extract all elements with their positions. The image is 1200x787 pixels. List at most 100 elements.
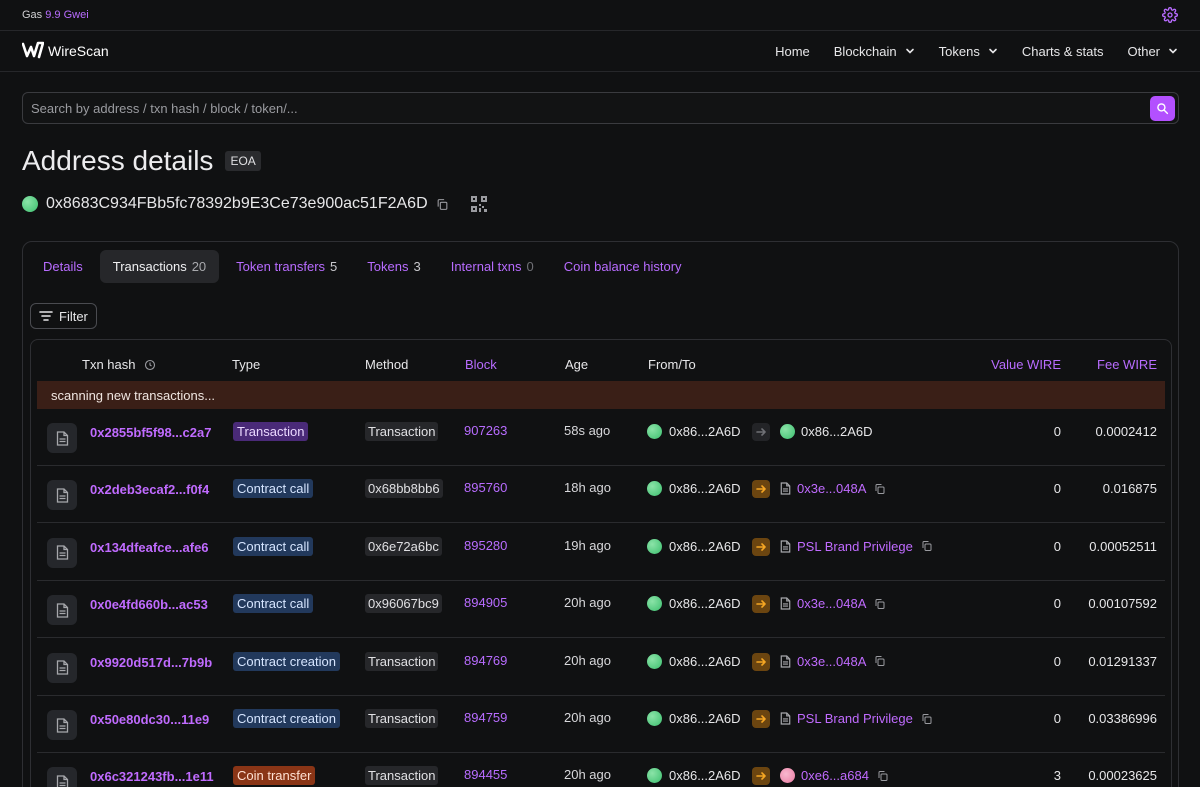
- page-title: Address details: [22, 145, 214, 176]
- copy-icon[interactable]: [921, 713, 933, 725]
- tab-details[interactable]: Details: [30, 250, 96, 283]
- to-address[interactable]: 0xe6...a684: [780, 768, 889, 784]
- search-button[interactable]: [1150, 95, 1175, 121]
- address-avatar: [647, 538, 662, 554]
- method-badge: 0x6e72a6bc: [365, 536, 442, 556]
- tab-internal-txns[interactable]: Internal txns 0: [438, 250, 547, 283]
- document-icon: [47, 652, 77, 683]
- method-badge: Transaction: [365, 651, 439, 671]
- method-badge: 0x96067bc9: [365, 594, 442, 614]
- table-row: 0x50e80dc30...11e9 Contract creation Trans…: [37, 696, 1165, 753]
- nav-item-charts-stats[interactable]: Charts & stats: [1022, 44, 1104, 59]
- from-address[interactable]: 0x86...2A6D: [647, 768, 741, 784]
- outgoing-arrow-icon: [752, 480, 770, 499]
- filter-label: Filter: [59, 308, 88, 324]
- txn-value: 0: [1053, 424, 1061, 439]
- settings-gear-icon[interactable]: [1162, 7, 1178, 23]
- brand-logo[interactable]: WireScan: [21, 41, 109, 62]
- method-badge: 0x68bb8bb6: [365, 479, 443, 499]
- to-address[interactable]: 0x3e...048A: [780, 654, 886, 669]
- block-link[interactable]: 894455: [464, 767, 507, 782]
- header-block[interactable]: Block: [465, 357, 497, 372]
- txn-value: 0: [1053, 653, 1061, 669]
- from-address[interactable]: 0x86...2A6D: [647, 596, 741, 612]
- txn-hash-link[interactable]: 0x9920d517d...7b9b: [90, 655, 212, 670]
- to-address[interactable]: 0x86...2A6D: [780, 424, 873, 439]
- clock-icon[interactable]: [144, 359, 156, 371]
- from-address[interactable]: 0x86...2A6D: [647, 538, 741, 554]
- tab-label: Tokens: [367, 259, 409, 274]
- tab-label: Internal txns: [450, 259, 522, 274]
- outgoing-arrow-icon: [752, 767, 770, 786]
- document-icon: [47, 710, 77, 740]
- filter-button[interactable]: Filter: [30, 303, 97, 329]
- txn-fee: 0.00023625: [1088, 768, 1157, 784]
- tab-label: Coin balance history: [563, 259, 682, 274]
- search-icon: [1156, 102, 1169, 115]
- txn-age: 58s ago: [564, 423, 611, 438]
- to-address[interactable]: PSL Brand Privilege: [780, 711, 933, 726]
- copy-icon[interactable]: [877, 770, 889, 782]
- copy-icon[interactable]: [874, 483, 886, 495]
- from-address[interactable]: 0x86...2A6D: [647, 424, 741, 439]
- txn-value: 0: [1053, 481, 1061, 497]
- document-icon: [47, 537, 77, 568]
- header-value[interactable]: Value WIRE: [991, 357, 1061, 372]
- block-link[interactable]: 894905: [464, 595, 507, 610]
- address-avatar: [647, 653, 662, 669]
- scanning-banner: scanning new transactions...: [37, 381, 1165, 409]
- block-link[interactable]: 894769: [464, 653, 507, 668]
- from-address[interactable]: 0x86...2A6D: [647, 653, 741, 669]
- navbar: WireScan Home Blockchain Tokens Charts & st…: [0, 31, 1200, 72]
- txn-type-badge: Contract call: [233, 479, 314, 499]
- address-hash: 0x8683C934FBb5fc78392b9E3Ce73e900ac51F2A…: [46, 195, 428, 212]
- wirescan-logo-icon: [21, 41, 45, 62]
- table-row: 0x0e4fd660b...ac53 Contract call 0x96067bc…: [37, 581, 1165, 639]
- chevron-down-icon: [988, 46, 998, 56]
- from-address[interactable]: 0x86...2A6D: [647, 481, 741, 497]
- copy-icon[interactable]: [921, 540, 933, 552]
- block-link[interactable]: 894759: [464, 710, 507, 725]
- nav-item-blockchain[interactable]: Blockchain: [834, 44, 915, 59]
- nav-item-other[interactable]: Other: [1127, 44, 1178, 59]
- tab-tokens[interactable]: Tokens 3: [354, 250, 433, 283]
- tab-token-transfers[interactable]: Token transfers 5: [223, 250, 350, 283]
- txn-fee: 0.01291337: [1088, 653, 1157, 669]
- from-address[interactable]: 0x86...2A6D: [647, 711, 741, 726]
- txn-hash-link[interactable]: 0x2855bf5f98...c2a7: [90, 425, 211, 440]
- search-input[interactable]: [31, 100, 1150, 116]
- txn-hash-link[interactable]: 0x6c321243fb...1e11: [90, 769, 214, 784]
- txn-type-badge: Coin transfer: [233, 766, 316, 786]
- to-address[interactable]: 0x3e...048A: [780, 481, 886, 496]
- header-type: Type: [232, 357, 261, 372]
- tab-coin-balance-history[interactable]: Coin balance history: [551, 250, 695, 283]
- to-address[interactable]: PSL Brand Privilege: [780, 539, 933, 554]
- txn-fee: 0.03386996: [1088, 711, 1157, 726]
- txn-hash-link[interactable]: 0x134dfeafce...afe6: [90, 540, 209, 555]
- qr-code-icon[interactable]: [470, 196, 487, 212]
- tab-transactions[interactable]: Transactions 20: [99, 250, 220, 283]
- title-row: Address details EOA: [22, 145, 261, 177]
- from-address-text: 0x86...2A6D: [669, 596, 741, 612]
- nav-item-home[interactable]: Home: [775, 44, 810, 59]
- nav-item-tokens[interactable]: Tokens: [939, 44, 998, 59]
- block-link[interactable]: 907263: [464, 423, 507, 438]
- document-icon: [47, 767, 77, 787]
- copy-icon[interactable]: [436, 198, 449, 211]
- header-fee[interactable]: Fee WIRE: [1097, 357, 1157, 372]
- method-badge: Transaction: [365, 422, 439, 441]
- txn-hash-link[interactable]: 0x2deb3ecaf2...f0f4: [90, 482, 209, 497]
- block-link[interactable]: 895280: [464, 538, 507, 553]
- block-link[interactable]: 895760: [464, 480, 507, 495]
- to-address[interactable]: 0x3e...048A: [780, 596, 886, 611]
- txn-hash-link[interactable]: 0x0e4fd660b...ac53: [90, 597, 208, 612]
- nav-item-label: Home: [775, 43, 810, 59]
- table-row: 0x134dfeafce...afe6 Contract call 0x6e72a6…: [37, 524, 1165, 581]
- txn-hash-link[interactable]: 0x50e80dc30...11e9: [90, 712, 209, 727]
- method-badge: Transaction: [365, 709, 439, 728]
- filter-icon: [39, 310, 53, 322]
- from-address-text: 0x86...2A6D: [669, 653, 741, 669]
- txn-age: 19h ago: [564, 537, 611, 553]
- copy-icon[interactable]: [874, 598, 886, 610]
- copy-icon[interactable]: [874, 655, 886, 667]
